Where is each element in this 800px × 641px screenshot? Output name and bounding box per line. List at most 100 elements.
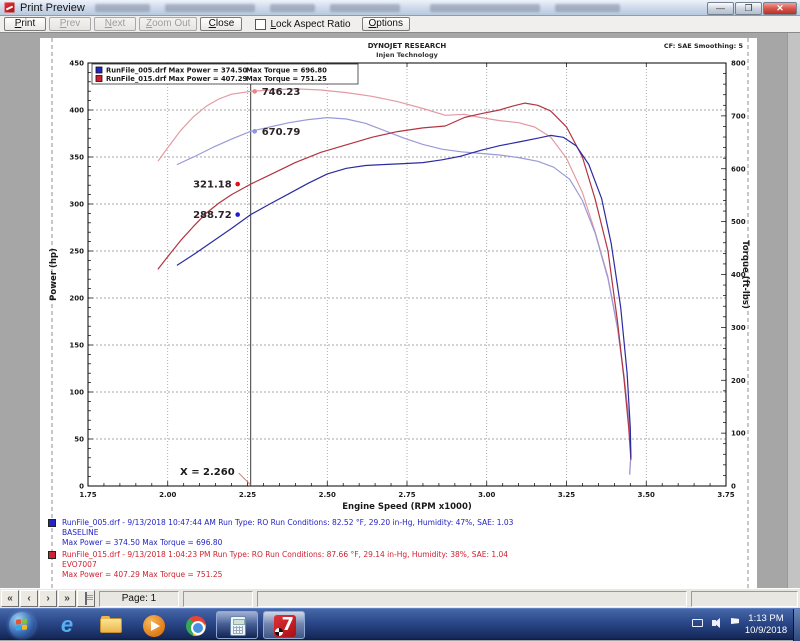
- prev-page-button[interactable]: Prev: [49, 17, 91, 31]
- power-tick-label: 450: [69, 60, 84, 68]
- lock-aspect-ratio-checkbox[interactable]: [255, 19, 266, 30]
- power-tick-label: 250: [69, 248, 84, 256]
- taskbar: e 7 1:13 PM 10/9/2018: [0, 608, 800, 640]
- background-title-smudge: [430, 4, 540, 12]
- x-tick-label: 3.50: [638, 491, 655, 499]
- power-tick-label: 150: [69, 342, 84, 350]
- legend-entry-torque-0: Max Torque = 696.80: [246, 67, 327, 75]
- page-setup-button[interactable]: [77, 590, 95, 607]
- calculator-taskbar-button[interactable]: [216, 611, 258, 639]
- print-preview-window: Print Preview — ❐ ✕ Print Prev Next Zoom…: [0, 0, 800, 640]
- next-page-nav-button[interactable]: ›: [39, 590, 57, 607]
- background-title-smudge: [95, 4, 150, 12]
- first-page-button[interactable]: «: [1, 590, 19, 607]
- internet-explorer-icon[interactable]: e: [55, 614, 79, 638]
- run-color-swatch-blue: [48, 519, 56, 527]
- dynojet-winpep-icon: 7: [274, 615, 296, 637]
- minimize-button[interactable]: —: [707, 2, 734, 15]
- torque-tick-label: 0: [731, 483, 736, 491]
- options-button[interactable]: Options: [362, 17, 410, 31]
- cursor-dot-3: [235, 212, 240, 217]
- print-preview-toolbar: Print Prev Next Zoom Out Close Lock Aspe…: [0, 16, 800, 33]
- cursor-value-label: 321.18: [193, 180, 232, 191]
- run-details-line: RunFile_015.drf - 9/13/2018 1:04:23 PM R…: [62, 550, 688, 560]
- volume-tray-icon[interactable]: [710, 617, 723, 630]
- power-tick-label: 100: [69, 389, 84, 397]
- dyno-chart: 1.752.002.252.502.753.003.253.503.750501…: [40, 38, 757, 588]
- run-max-line: Max Power = 374.50 Max Torque = 696.80: [62, 538, 688, 548]
- zoom-out-button[interactable]: Zoom Out: [139, 17, 197, 31]
- close-preview-button[interactable]: Close: [200, 17, 242, 31]
- legend-entry-torque-1: Max Torque = 751.25: [246, 75, 327, 83]
- prev-page-nav-button[interactable]: ‹: [20, 590, 38, 607]
- run-max-line: Max Power = 407.29 Max Torque = 751.25: [62, 570, 688, 580]
- print-preview-page: 1.752.002.252.502.753.003.253.503.750501…: [40, 38, 757, 588]
- legend-entry-1: RunFile_015.drf Max Power = 407.29: [106, 75, 247, 83]
- close-window-button[interactable]: ✕: [763, 2, 797, 15]
- lock-aspect-ratio-label: Lock Aspect Ratio: [270, 19, 350, 30]
- next-page-button[interactable]: Next: [94, 17, 136, 31]
- clock-date: 10/9/2018: [742, 625, 790, 637]
- power-tick-label: 200: [69, 295, 84, 303]
- chart-title: DYNOJET RESEARCH: [88, 42, 726, 50]
- x-tick-label: 3.75: [717, 491, 734, 499]
- cursor-pointer-line: [239, 473, 251, 485]
- run-info-baseline: RunFile_005.drf - 9/13/2018 10:47:44 AM …: [48, 518, 688, 548]
- windows-flag-icon: [16, 618, 28, 631]
- x-tick-label: 2.25: [239, 491, 256, 499]
- last-page-button[interactable]: »: [58, 590, 76, 607]
- vertical-scrollbar[interactable]: [787, 33, 800, 588]
- x-tick-label: 3.00: [478, 491, 495, 499]
- run-color-swatch-red: [48, 551, 56, 559]
- x-tick-label: 2.50: [319, 491, 336, 499]
- x-tick-label: 2.75: [398, 491, 415, 499]
- torque-tick-label: 600: [731, 165, 746, 173]
- cursor-dot-2: [235, 182, 240, 187]
- power-tick-label: 300: [69, 201, 84, 209]
- cursor-dot-0: [252, 89, 257, 94]
- torque-tick-label: 200: [731, 377, 746, 385]
- status-cell: [183, 591, 253, 607]
- background-title-smudge: [330, 4, 400, 12]
- action-center-flag-icon[interactable]: [729, 617, 742, 630]
- background-title-smudge: [270, 4, 315, 12]
- status-cell: [257, 591, 687, 607]
- clock-time: 1:13 PM: [742, 613, 790, 625]
- start-button[interactable]: [9, 612, 35, 638]
- power-tick-label: 0: [79, 483, 84, 491]
- chart-subtitle: Injen Technology: [88, 51, 726, 59]
- run-name: EVO7007: [62, 560, 688, 570]
- media-player-icon[interactable]: [142, 614, 166, 638]
- series-curve-1: [177, 118, 631, 475]
- print-button[interactable]: Print: [4, 17, 46, 31]
- x-axis-title: Engine Speed (RPM x1000): [342, 502, 472, 512]
- x-tick-label: 3.25: [558, 491, 575, 499]
- right-axis-title: Torque (ft-lbs): [740, 240, 750, 309]
- left-axis-title: Power (hp): [49, 248, 59, 301]
- cursor-dot-1: [252, 129, 257, 134]
- dynojet-winpep-taskbar-button[interactable]: 7: [263, 611, 305, 639]
- series-curve-2: [158, 103, 631, 460]
- legend-entry-0: RunFile_005.drf Max Power = 374.50: [106, 67, 247, 75]
- chrome-icon[interactable]: [184, 614, 208, 638]
- power-tick-label: 350: [69, 154, 84, 162]
- show-desktop-button[interactable]: [793, 609, 800, 641]
- torque-tick-label: 700: [731, 112, 746, 120]
- correction-smoothing-label: CF: SAE Smoothing: 5: [664, 42, 743, 50]
- run-name: BASELINE: [62, 528, 688, 538]
- legend-swatch-0: [96, 67, 102, 73]
- window-title: Print Preview: [20, 2, 85, 14]
- run-info-evo7007: RunFile_015.drf - 9/13/2018 1:04:23 PM R…: [48, 550, 688, 580]
- page-icon: [85, 592, 87, 605]
- series-curve-0: [158, 89, 631, 473]
- x-tick-label: 1.75: [79, 491, 96, 499]
- run-details-line: RunFile_005.drf - 9/13/2018 10:47:44 AM …: [62, 518, 688, 528]
- calculator-icon: [230, 616, 246, 636]
- background-title-smudge: [165, 4, 255, 12]
- taskbar-clock[interactable]: 1:13 PM 10/9/2018: [742, 613, 790, 637]
- torque-tick-label: 100: [731, 430, 746, 438]
- windows-explorer-icon[interactable]: [99, 614, 123, 638]
- restore-button[interactable]: ❐: [735, 2, 762, 15]
- network-tray-icon[interactable]: [691, 617, 704, 630]
- legend-swatch-1: [96, 76, 102, 82]
